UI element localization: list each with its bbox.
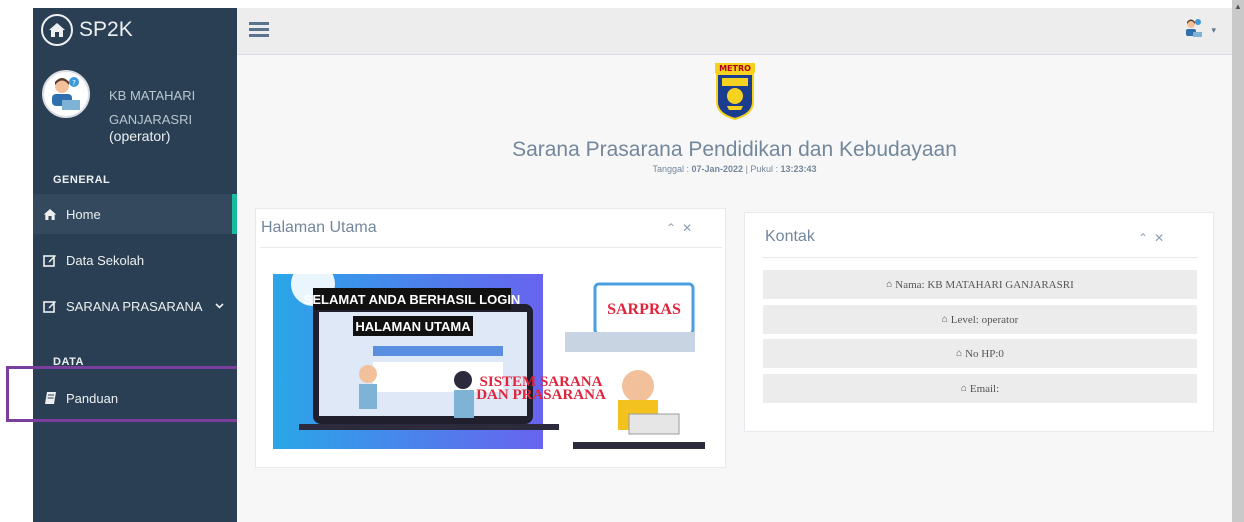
sidebar-item-sarana-prasarana[interactable]: SARANA PRASARANA	[33, 286, 237, 326]
svg-text:HALAMAN UTAMA: HALAMAN UTAMA	[355, 319, 471, 334]
svg-text:?: ?	[72, 79, 76, 87]
time-label: | Pukul :	[745, 164, 778, 174]
home-icon: ⌂	[956, 348, 963, 359]
welcome-banner: SELAMAT ANDA BERHASIL LOGIN HALAMAN UTAM…	[273, 274, 705, 449]
app-window: SP2K ? KB MATAHARI GANJARASRI (operator)…	[0, 0, 1244, 522]
brand[interactable]: SP2K	[41, 10, 133, 50]
contact-text: Nama: KB MATAHARI GANJARASRI	[895, 278, 1074, 291]
section-label-general: GENERAL	[53, 174, 111, 186]
home-icon: ⌂	[886, 279, 893, 290]
contact-text: No HP:0	[965, 347, 1004, 360]
date-label: Tanggal :	[652, 164, 690, 174]
sidebar-item-label: SARANA PRASARANA	[66, 298, 203, 314]
panel-tools: ⌃✕	[666, 221, 698, 235]
edit-icon	[42, 252, 58, 268]
svg-text:SARPRAS: SARPRAS	[607, 301, 681, 318]
contact-row-phone: ⌂ No HP:0	[763, 339, 1197, 368]
profile-name: KB MATAHARI GANJARASRI	[109, 88, 196, 127]
edit-icon	[42, 298, 58, 314]
metro-logo: METRO	[713, 62, 757, 121]
close-icon[interactable]: ✕	[682, 221, 698, 235]
sidebar: SP2K ? KB MATAHARI GANJARASRI (operator)…	[33, 8, 237, 522]
panel-tools: ⌃✕	[1138, 231, 1170, 245]
avatar: ?	[42, 70, 90, 118]
main-content: METRO Sarana Prasarana Pendidikan dan Ke…	[237, 55, 1232, 522]
contact-text: Email:	[969, 382, 1000, 395]
close-icon[interactable]: ✕	[1154, 231, 1170, 245]
collapse-icon[interactable]: ⌃	[666, 221, 682, 235]
collapse-icon[interactable]: ⌃	[1138, 231, 1154, 245]
svg-text:SELAMAT ANDA BERHASIL LOGIN: SELAMAT ANDA BERHASIL LOGIN	[304, 292, 521, 307]
contact-row-email: ⌂ Email:	[763, 374, 1197, 403]
contact-row-level: ⌂ Level: operator	[763, 305, 1197, 334]
home-icon: ⌂	[941, 314, 948, 325]
banner-text-line1: SELAMAT ANDA BERHASIL LOGIN	[304, 288, 521, 310]
sidebar-item-label: Home	[66, 206, 101, 222]
divider	[260, 247, 722, 248]
home-icon: ⌂	[960, 383, 967, 394]
user-avatar-icon	[1183, 18, 1203, 43]
contact-text: Level: operator	[950, 313, 1019, 326]
scrollbar[interactable]	[1232, 0, 1244, 522]
top-nav: ▾	[237, 8, 1232, 55]
divider	[763, 257, 1197, 258]
sidebar-item-label: Data Sekolah	[66, 252, 145, 268]
profile-role: (operator)	[109, 128, 171, 144]
banner-text-line2: HALAMAN UTAMA	[353, 316, 473, 336]
sidebar-item-data-sekolah[interactable]: Data Sekolah	[33, 240, 237, 280]
svg-text:METRO: METRO	[719, 64, 751, 73]
contact-row-nama: ⌂ Nama: KB MATAHARI GANJARASRI	[763, 270, 1197, 299]
brand-name: SP2K	[79, 18, 133, 41]
home-icon	[41, 14, 73, 46]
sidebar-item-home[interactable]: Home	[33, 194, 237, 234]
panel-title: Halaman Utama	[261, 219, 377, 236]
menu-toggle-icon[interactable]	[249, 22, 269, 38]
scroll-up-icon[interactable]: ▲	[1233, 2, 1243, 12]
chevron-down-icon	[214, 301, 224, 312]
user-menu[interactable]: ▾	[1183, 18, 1216, 43]
panel-kontak: Kontak ⌃✕ ⌂ Nama: KB MATAHARI GANJARASRI…	[744, 212, 1214, 432]
date-time: Tanggal : 07-Jan-2022 | Pukul : 13:23:43	[237, 164, 1232, 174]
home-icon	[42, 206, 58, 222]
panel-title: Kontak	[765, 228, 815, 245]
caret-down-icon: ▾	[1211, 25, 1216, 35]
date-value: 07-Jan-2022	[691, 164, 744, 174]
highlight-box	[6, 366, 241, 422]
svg-text:DAN PRASARANA: DAN PRASARANA	[476, 387, 606, 403]
page-title: Sarana Prasarana Pendidikan dan Kebudaya…	[512, 138, 957, 161]
time-value: 13:23:43	[780, 164, 817, 174]
panel-halaman-utama: Halaman Utama ⌃✕ SELAMAT ANDA BERHASIL L…	[255, 208, 726, 468]
